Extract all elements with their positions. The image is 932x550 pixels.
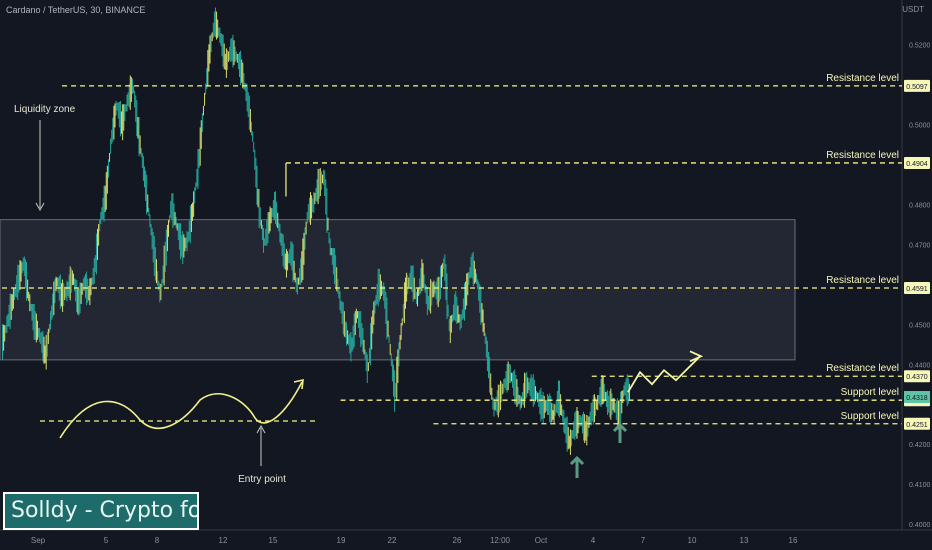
y-tick-label: 0.4200	[909, 442, 931, 449]
y-tick-label: 0.5200	[909, 43, 931, 50]
wave-path	[59, 381, 303, 439]
x-tick-label: 4	[591, 536, 596, 545]
x-tick-label: 26	[453, 536, 462, 545]
chart-root: 0.5200 0.5000 0.4800 0.4700 0.4500 0.4400 0.42…	[0, 0, 932, 550]
price-chart[interactable]: 0.5200 0.5000 0.4800 0.4700 0.4500 0.4400 0.42…	[0, 0, 932, 550]
resistance-3-label: Resistance level	[826, 275, 899, 286]
x-tick-label: Oct	[535, 536, 548, 545]
resistance-2-label: Resistance level	[826, 150, 899, 161]
y-tick-label: 0.4100	[909, 482, 931, 489]
x-tick-label: 15	[269, 536, 278, 545]
support-2-label: Support level	[841, 411, 899, 422]
y-tick-label: 0.4000	[909, 522, 931, 529]
entry-point-label: Entry point	[238, 474, 286, 485]
support-2-price: 0.4251	[906, 422, 928, 429]
current-price-value: 0.4318	[906, 395, 928, 402]
liquidity-zone	[0, 219, 796, 361]
projection-path	[627, 355, 701, 393]
x-tick-label: 12:00	[490, 536, 511, 545]
resistance-3-price: 0.4591	[906, 286, 928, 293]
brand-watermark: Solldy - Crypto for U	[3, 492, 199, 530]
y-tick-label: 0.4700	[909, 242, 931, 249]
resistance-4-price: 0.4370	[906, 374, 928, 381]
x-tick-label: 13	[740, 536, 749, 545]
x-tick-label: Sep	[31, 536, 46, 545]
y-tick-label: 0.4500	[909, 322, 931, 329]
x-tick-label: 12	[219, 536, 228, 545]
resistance-2-price: 0.4904	[906, 161, 928, 168]
resistance-4-label: Resistance level	[826, 363, 899, 374]
y-tick-label: 0.4400	[909, 362, 931, 369]
x-tick-label: 19	[337, 536, 346, 545]
y-tick-label: 0.4800	[909, 202, 931, 209]
x-tick-label: 8	[155, 536, 160, 545]
liquidity-zone-label: Liquidity zone	[14, 104, 76, 115]
symbol-title: Cardano / TetherUS, 30, BINANCE	[6, 5, 146, 15]
x-tick-label: 10	[688, 536, 697, 545]
x-tick-label: 16	[789, 536, 798, 545]
y-tick-label: 0.5000	[909, 123, 931, 130]
x-tick-label: 5	[104, 536, 109, 545]
resistance-1-price: 0.5097	[906, 84, 928, 91]
currency-label: USDT	[902, 5, 924, 14]
x-tick-label: 22	[388, 536, 397, 545]
x-tick-label: 7	[641, 536, 646, 545]
support-1-label: Support level	[841, 387, 899, 398]
resistance-1-label: Resistance level	[826, 73, 899, 84]
